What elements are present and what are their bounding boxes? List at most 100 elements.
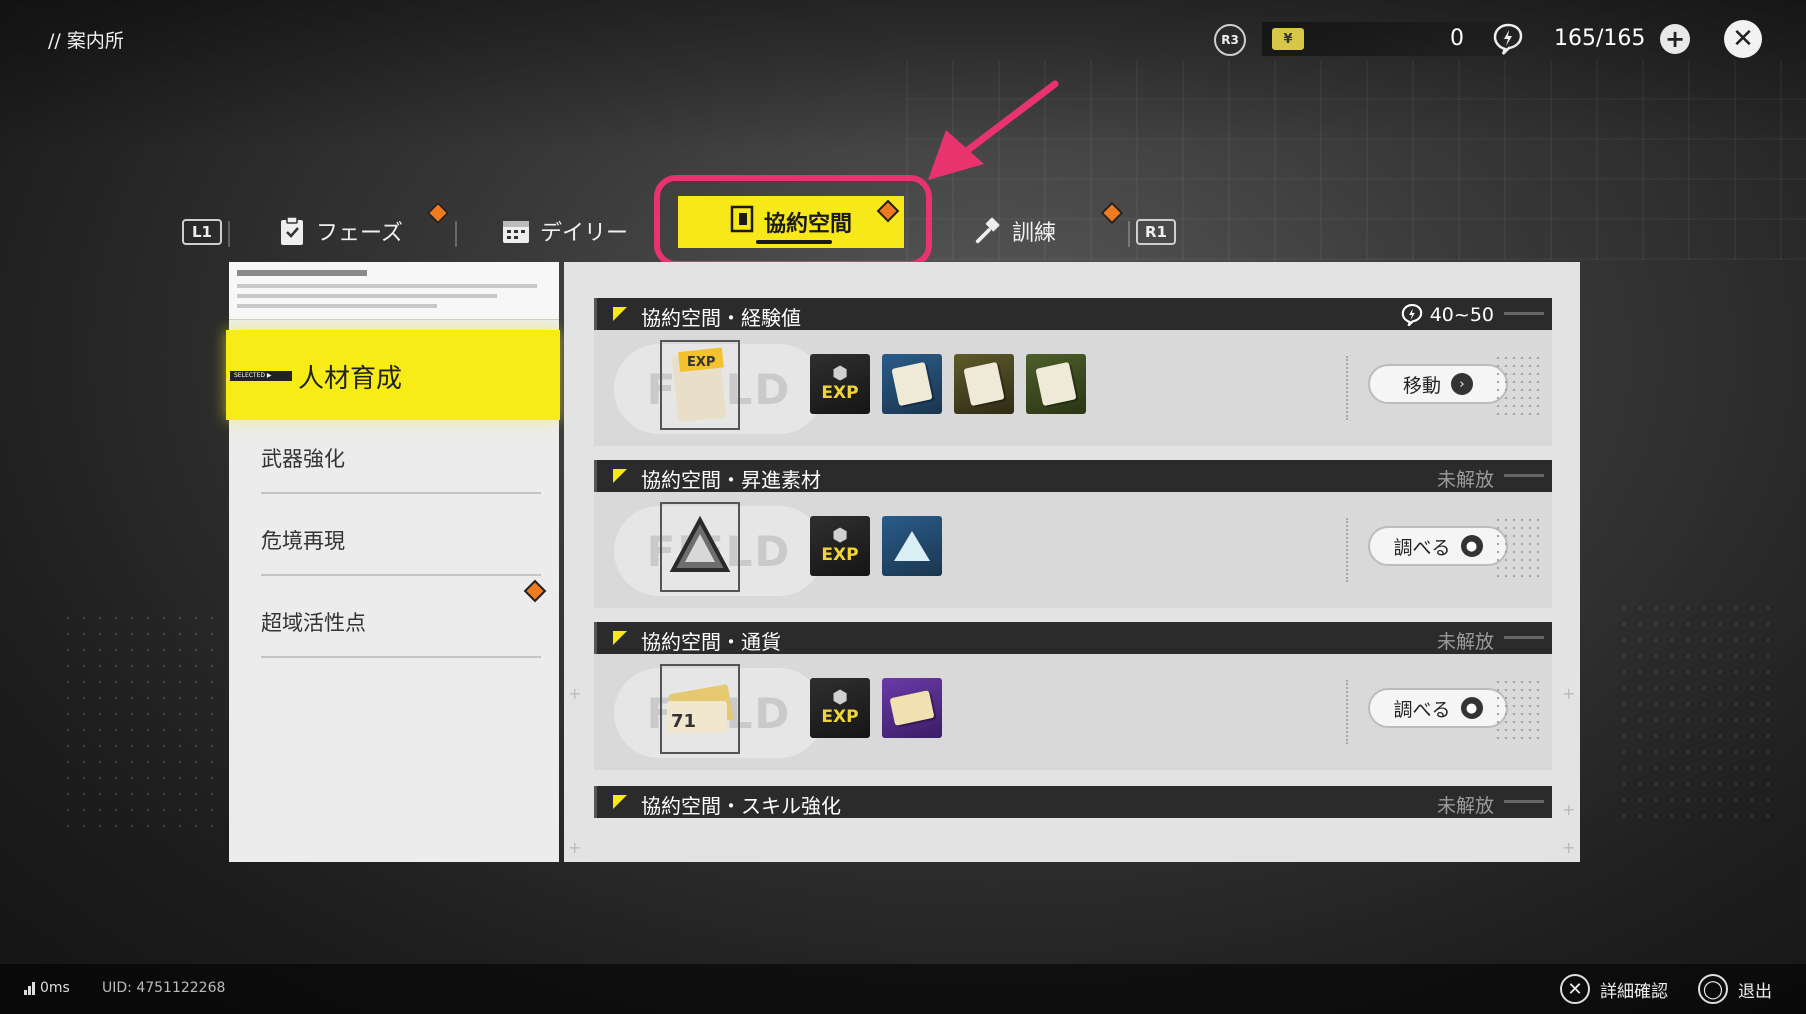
- section-title: 協約空間・スキル強化: [641, 794, 841, 818]
- divider: [1346, 518, 1348, 582]
- header-decoration: [1504, 312, 1544, 315]
- hint-label: 詳細確認: [1600, 981, 1668, 1002]
- l1-button[interactable]: L1: [182, 219, 222, 245]
- notification-badge: [426, 201, 450, 225]
- flag-icon: [613, 307, 627, 321]
- section-title: 協約空間・経験値: [641, 306, 801, 330]
- currency-ticket-icon: 71: [660, 664, 740, 754]
- page-title: // 案内所: [48, 30, 124, 52]
- close-button[interactable]: ✕: [1724, 20, 1762, 58]
- contract-space-icon: [730, 205, 754, 239]
- flag-icon: [613, 795, 627, 809]
- signal-icon: [24, 981, 35, 995]
- section-exp: 協約空間・経験値 40~50 FIELD EXP ⬢EXP 移動 ›: [594, 298, 1552, 446]
- promotion-crystal-small-icon: [882, 516, 942, 576]
- tab-label: 訓練: [1012, 221, 1057, 246]
- stamina-cost: 40~50: [1400, 303, 1494, 327]
- dots-decoration: [1494, 516, 1540, 582]
- section-promotion: 協約空間・昇進素材 未解放 FIELD ⬢EXP 調べる ●: [594, 460, 1552, 608]
- section-title: 協約空間・昇進素材: [641, 468, 821, 492]
- section-body: FIELD ⬢EXP 調べる ●: [594, 492, 1552, 608]
- exit-hint[interactable]: ◯ 退出: [1698, 974, 1772, 1004]
- corner-mark: +: [568, 684, 582, 703]
- flag-icon: [613, 469, 627, 483]
- tab-daily[interactable]: デイリー: [502, 209, 628, 253]
- corner-mark: +: [1562, 684, 1576, 703]
- dots-decoration: [1494, 354, 1540, 420]
- section-header: 協約空間・経験値 40~50: [594, 298, 1552, 330]
- corner-mark: +: [568, 838, 582, 857]
- hammer-icon: [974, 216, 1002, 246]
- sidebar-item-danger-replay[interactable]: 危境再現: [261, 506, 541, 576]
- r3-button[interactable]: R3: [1214, 24, 1246, 56]
- currency-value: 0: [1450, 26, 1464, 51]
- promotion-crystal-icon: [660, 502, 740, 592]
- r1-button[interactable]: R1: [1136, 219, 1176, 245]
- dots-decoration: [1494, 678, 1540, 744]
- cross-button-icon: ✕: [1560, 974, 1590, 1004]
- add-stamina-button[interactable]: +: [1660, 24, 1690, 54]
- stamina-value: 165/165: [1554, 26, 1646, 51]
- tab-training[interactable]: 訓練: [974, 209, 1056, 253]
- location-pin-icon: ●: [1460, 697, 1483, 719]
- button-label: 調べる: [1393, 698, 1451, 721]
- sidebar-item-label: 人材育成: [298, 364, 403, 394]
- sidebar-item-weapon-enhance[interactable]: 武器強化: [261, 424, 541, 494]
- section-body: FIELD 71 ⬢EXP 調べる ●: [594, 654, 1552, 770]
- header-decoration: [1504, 636, 1544, 639]
- exp-booklet-icon: EXP: [660, 340, 740, 430]
- sidebar-item-talent-development[interactable]: SELECTED ▶ 人材育成: [226, 330, 560, 420]
- investigate-button[interactable]: 調べる ●: [1368, 526, 1508, 566]
- circle-button-icon: ◯: [1698, 974, 1728, 1004]
- exp-chip-icon: ⬢ EXP: [810, 678, 870, 738]
- flag-icon: [613, 631, 627, 645]
- ping-value: 0ms: [40, 980, 70, 996]
- clipboard-icon: [278, 216, 306, 246]
- locked-status: 未解放: [1436, 469, 1494, 491]
- button-label: 移動: [1402, 374, 1441, 397]
- locked-status: 未解放: [1436, 795, 1494, 817]
- pointer-arrow-icon: [928, 80, 1059, 180]
- exp-chip-icon: ⬢ EXP: [810, 354, 870, 414]
- divider: [1346, 680, 1348, 744]
- currency-ticket-small-icon: [882, 678, 942, 738]
- calendar-icon: [502, 216, 530, 246]
- section-header: 協約空間・昇進素材 未解放: [594, 460, 1552, 492]
- section-skill: 協約空間・スキル強化 未解放: [594, 786, 1552, 818]
- exp-card-green-icon: [1026, 354, 1086, 414]
- tab-divider: [1128, 221, 1130, 247]
- section-body: FIELD EXP ⬢EXP 移動 ›: [594, 330, 1552, 446]
- sidebar-item-activation-point[interactable]: 超域活性点: [261, 588, 541, 658]
- exp-chip-icon: ⬢ EXP: [810, 516, 870, 576]
- locked-status: 未解放: [1436, 631, 1494, 653]
- section-header[interactable]: 協約空間・スキル強化 未解放: [594, 786, 1552, 818]
- tab-label: フェーズ: [316, 221, 403, 246]
- chevron-right-icon: ›: [1451, 373, 1473, 395]
- sidebar-item-label: 武器強化: [261, 447, 345, 471]
- sidebar-item-label: 危境再現: [261, 529, 345, 553]
- stamina-icon: [1490, 22, 1526, 58]
- footer-bar: 0ms UID: 4751122268 ✕ 詳細確認 ◯ 退出: [0, 964, 1806, 1014]
- tab-label: デイリー: [540, 221, 629, 246]
- hint-label: 退出: [1738, 981, 1772, 1002]
- section-currency: 協約空間・通貨 未解放 FIELD 71 ⬢EXP 調べる ●: [594, 622, 1552, 770]
- section-title: 協約空間・通貨: [641, 630, 781, 654]
- detail-hint[interactable]: ✕ 詳細確認: [1560, 974, 1668, 1004]
- investigate-button[interactable]: 調べる ●: [1368, 688, 1508, 728]
- move-button[interactable]: 移動 ›: [1368, 364, 1508, 404]
- divider: [1346, 356, 1348, 420]
- corner-mark: +: [1562, 838, 1576, 857]
- tab-divider: [455, 221, 457, 247]
- location-pin-icon: ●: [1460, 535, 1483, 557]
- ping-indicator: 0ms: [24, 980, 70, 996]
- section-header: 協約空間・通貨 未解放: [594, 622, 1552, 654]
- background-dots: [60, 610, 220, 830]
- tab-contract-space[interactable]: 協約空間: [678, 196, 904, 248]
- exp-card-gold-icon: [954, 354, 1014, 414]
- cost-value: 40~50: [1429, 304, 1494, 326]
- tab-underline: [756, 240, 832, 244]
- background-dots: [1616, 600, 1776, 820]
- selected-tag: SELECTED ▶: [230, 371, 292, 381]
- currency-icon: ¥: [1272, 28, 1304, 50]
- tab-phase[interactable]: フェーズ: [278, 209, 403, 253]
